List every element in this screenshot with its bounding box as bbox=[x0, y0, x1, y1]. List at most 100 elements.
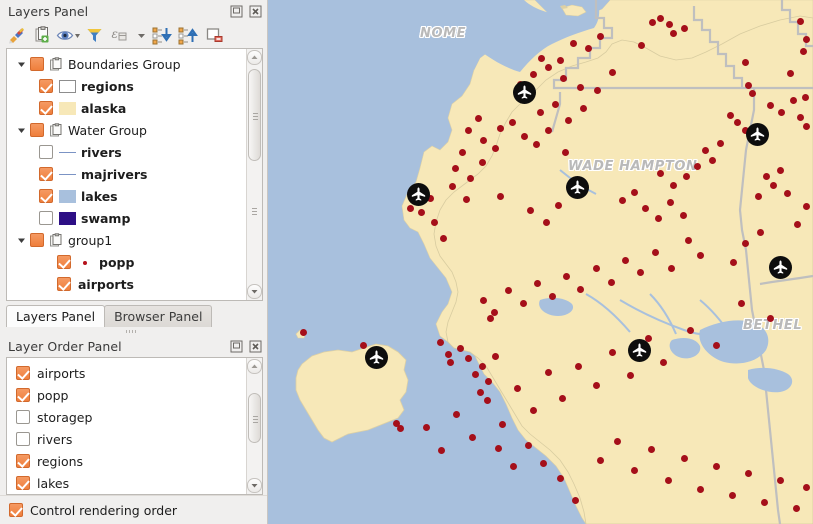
scroll-up-icon[interactable] bbox=[247, 50, 262, 65]
airport-marker-icon bbox=[769, 256, 792, 279]
layer-order-list-container[interactable]: airports popp storagep rivers regions bbox=[6, 357, 263, 495]
layer-symbol-swatch bbox=[59, 190, 76, 203]
control-rendering-order-row[interactable]: Control rendering order bbox=[0, 495, 267, 524]
close-icon[interactable] bbox=[248, 4, 263, 19]
close-icon[interactable] bbox=[248, 339, 263, 354]
popp-point bbox=[572, 497, 579, 504]
tab-layers-panel[interactable]: Layers Panel bbox=[6, 305, 105, 327]
popp-point bbox=[552, 101, 559, 108]
scroll-down-icon[interactable] bbox=[247, 284, 262, 299]
layer-tree-item-boundaries-group[interactable]: Boundaries Group bbox=[7, 53, 246, 75]
map-canvas[interactable]: NOME WADE HAMPTON BETHEL bbox=[268, 0, 813, 524]
chevron-down-icon[interactable] bbox=[133, 23, 149, 47]
panel-splitter[interactable] bbox=[0, 327, 267, 335]
layer-visibility-checkbox[interactable] bbox=[39, 189, 53, 203]
layer-order-item-lakes[interactable]: lakes bbox=[7, 472, 246, 494]
popp-point bbox=[423, 424, 430, 431]
scrollbar-thumb[interactable] bbox=[248, 69, 261, 161]
popp-point bbox=[702, 147, 709, 154]
layer-visibility-checkbox[interactable] bbox=[39, 167, 53, 181]
layer-tree-item-group1[interactable]: group1 bbox=[7, 229, 246, 251]
popp-point bbox=[787, 70, 794, 77]
layer-tree-item-rivers[interactable]: rivers bbox=[7, 141, 246, 163]
layer-tree-item-airports[interactable]: airports bbox=[7, 273, 246, 295]
layer-tree-item-swamp[interactable]: swamp bbox=[7, 207, 246, 229]
layer-tree-item-regions[interactable]: regions bbox=[7, 75, 246, 97]
popp-point bbox=[803, 203, 810, 210]
layer-visibility-checkbox[interactable] bbox=[57, 255, 71, 269]
layer-tree-item-alaska[interactable]: alaska bbox=[7, 97, 246, 119]
layer-tree-label: swamp bbox=[81, 211, 130, 226]
layer-visibility-checkbox[interactable] bbox=[57, 277, 71, 291]
layer-visibility-checkbox[interactable] bbox=[30, 57, 44, 71]
layer-order-checkbox[interactable] bbox=[16, 432, 30, 446]
layer-tree-label: airports bbox=[78, 277, 134, 292]
eye-icon[interactable] bbox=[55, 23, 81, 47]
layer-tree-item-popp[interactable]: popp bbox=[7, 251, 246, 273]
layer-order-scrollbar[interactable] bbox=[246, 358, 262, 494]
layer-visibility-checkbox[interactable] bbox=[39, 145, 53, 159]
popp-point bbox=[597, 33, 604, 40]
control-rendering-order-checkbox[interactable] bbox=[9, 503, 23, 517]
scroll-down-icon[interactable] bbox=[247, 478, 262, 493]
expand-arrow-icon[interactable] bbox=[16, 59, 27, 70]
popp-point bbox=[580, 105, 587, 112]
popp-point bbox=[713, 463, 720, 470]
add-group-icon[interactable] bbox=[29, 23, 55, 47]
popp-point bbox=[480, 137, 487, 144]
layer-tree-panel[interactable]: Boundaries Group regions alaska bbox=[6, 48, 263, 301]
popp-point bbox=[745, 470, 752, 477]
layer-order-item-airports[interactable]: airports bbox=[7, 362, 246, 384]
scroll-up-icon[interactable] bbox=[247, 359, 262, 374]
layer-tree-item-water-group[interactable]: Water Group bbox=[7, 119, 246, 141]
layer-order-item-storagep[interactable]: storagep bbox=[7, 406, 246, 428]
airport-marker-icon bbox=[365, 346, 388, 369]
popp-point bbox=[499, 421, 506, 428]
layer-visibility-checkbox[interactable] bbox=[39, 101, 53, 115]
layer-order-label: regions bbox=[37, 454, 83, 469]
layer-order-checkbox[interactable] bbox=[16, 410, 30, 424]
collapse-all-icon[interactable] bbox=[175, 23, 201, 47]
scrollbar-thumb[interactable] bbox=[248, 393, 261, 443]
popp-point bbox=[492, 353, 499, 360]
remove-layer-icon[interactable] bbox=[201, 23, 227, 47]
popp-point bbox=[742, 240, 749, 247]
layer-order-checkbox[interactable] bbox=[16, 476, 30, 490]
layer-order-checkbox[interactable] bbox=[16, 366, 30, 380]
popp-point bbox=[777, 167, 784, 174]
layer-tree-item-majrivers[interactable]: majrivers bbox=[7, 163, 246, 185]
layer-visibility-checkbox[interactable] bbox=[30, 123, 44, 137]
layer-tree-item-lakes[interactable]: lakes bbox=[7, 185, 246, 207]
expand-arrow-icon[interactable] bbox=[16, 125, 27, 136]
filter-icon[interactable] bbox=[81, 23, 107, 47]
expression-filter-icon[interactable]: ε bbox=[107, 23, 133, 47]
left-dock: Layers Panel bbox=[0, 0, 268, 524]
layer-order-checkbox[interactable] bbox=[16, 454, 30, 468]
float-panel-icon[interactable] bbox=[229, 339, 244, 354]
layer-tree[interactable]: Boundaries Group regions alaska bbox=[7, 49, 246, 300]
layer-symbol-swatch bbox=[59, 146, 76, 159]
layer-visibility-checkbox[interactable] bbox=[39, 211, 53, 225]
scrollbar-track[interactable] bbox=[248, 375, 261, 477]
float-panel-icon[interactable] bbox=[229, 4, 244, 19]
layer-order-item-popp[interactable]: popp bbox=[7, 384, 246, 406]
popp-point bbox=[655, 215, 662, 222]
tab-browser-panel[interactable]: Browser Panel bbox=[104, 305, 212, 327]
layer-order-checkbox[interactable] bbox=[16, 388, 30, 402]
layer-order-list[interactable]: airports popp storagep rivers regions bbox=[7, 358, 246, 494]
layer-order-item-regions[interactable]: regions bbox=[7, 450, 246, 472]
layer-visibility-checkbox[interactable] bbox=[39, 79, 53, 93]
layer-order-item-rivers[interactable]: rivers bbox=[7, 428, 246, 450]
layer-tree-scrollbar[interactable] bbox=[246, 49, 262, 300]
scrollbar-track[interactable] bbox=[248, 66, 261, 283]
popp-point bbox=[681, 25, 688, 32]
layer-tree-label: Boundaries Group bbox=[68, 57, 181, 72]
airport-marker-icon bbox=[566, 176, 589, 199]
paintbrush-icon[interactable] bbox=[3, 23, 29, 47]
layers-panel-titlebar: Layers Panel bbox=[0, 0, 267, 22]
expand-all-icon[interactable] bbox=[149, 23, 175, 47]
popp-point bbox=[757, 229, 764, 236]
expand-arrow-icon[interactable] bbox=[16, 235, 27, 246]
layer-visibility-checkbox[interactable] bbox=[30, 233, 44, 247]
popp-point bbox=[709, 157, 716, 164]
